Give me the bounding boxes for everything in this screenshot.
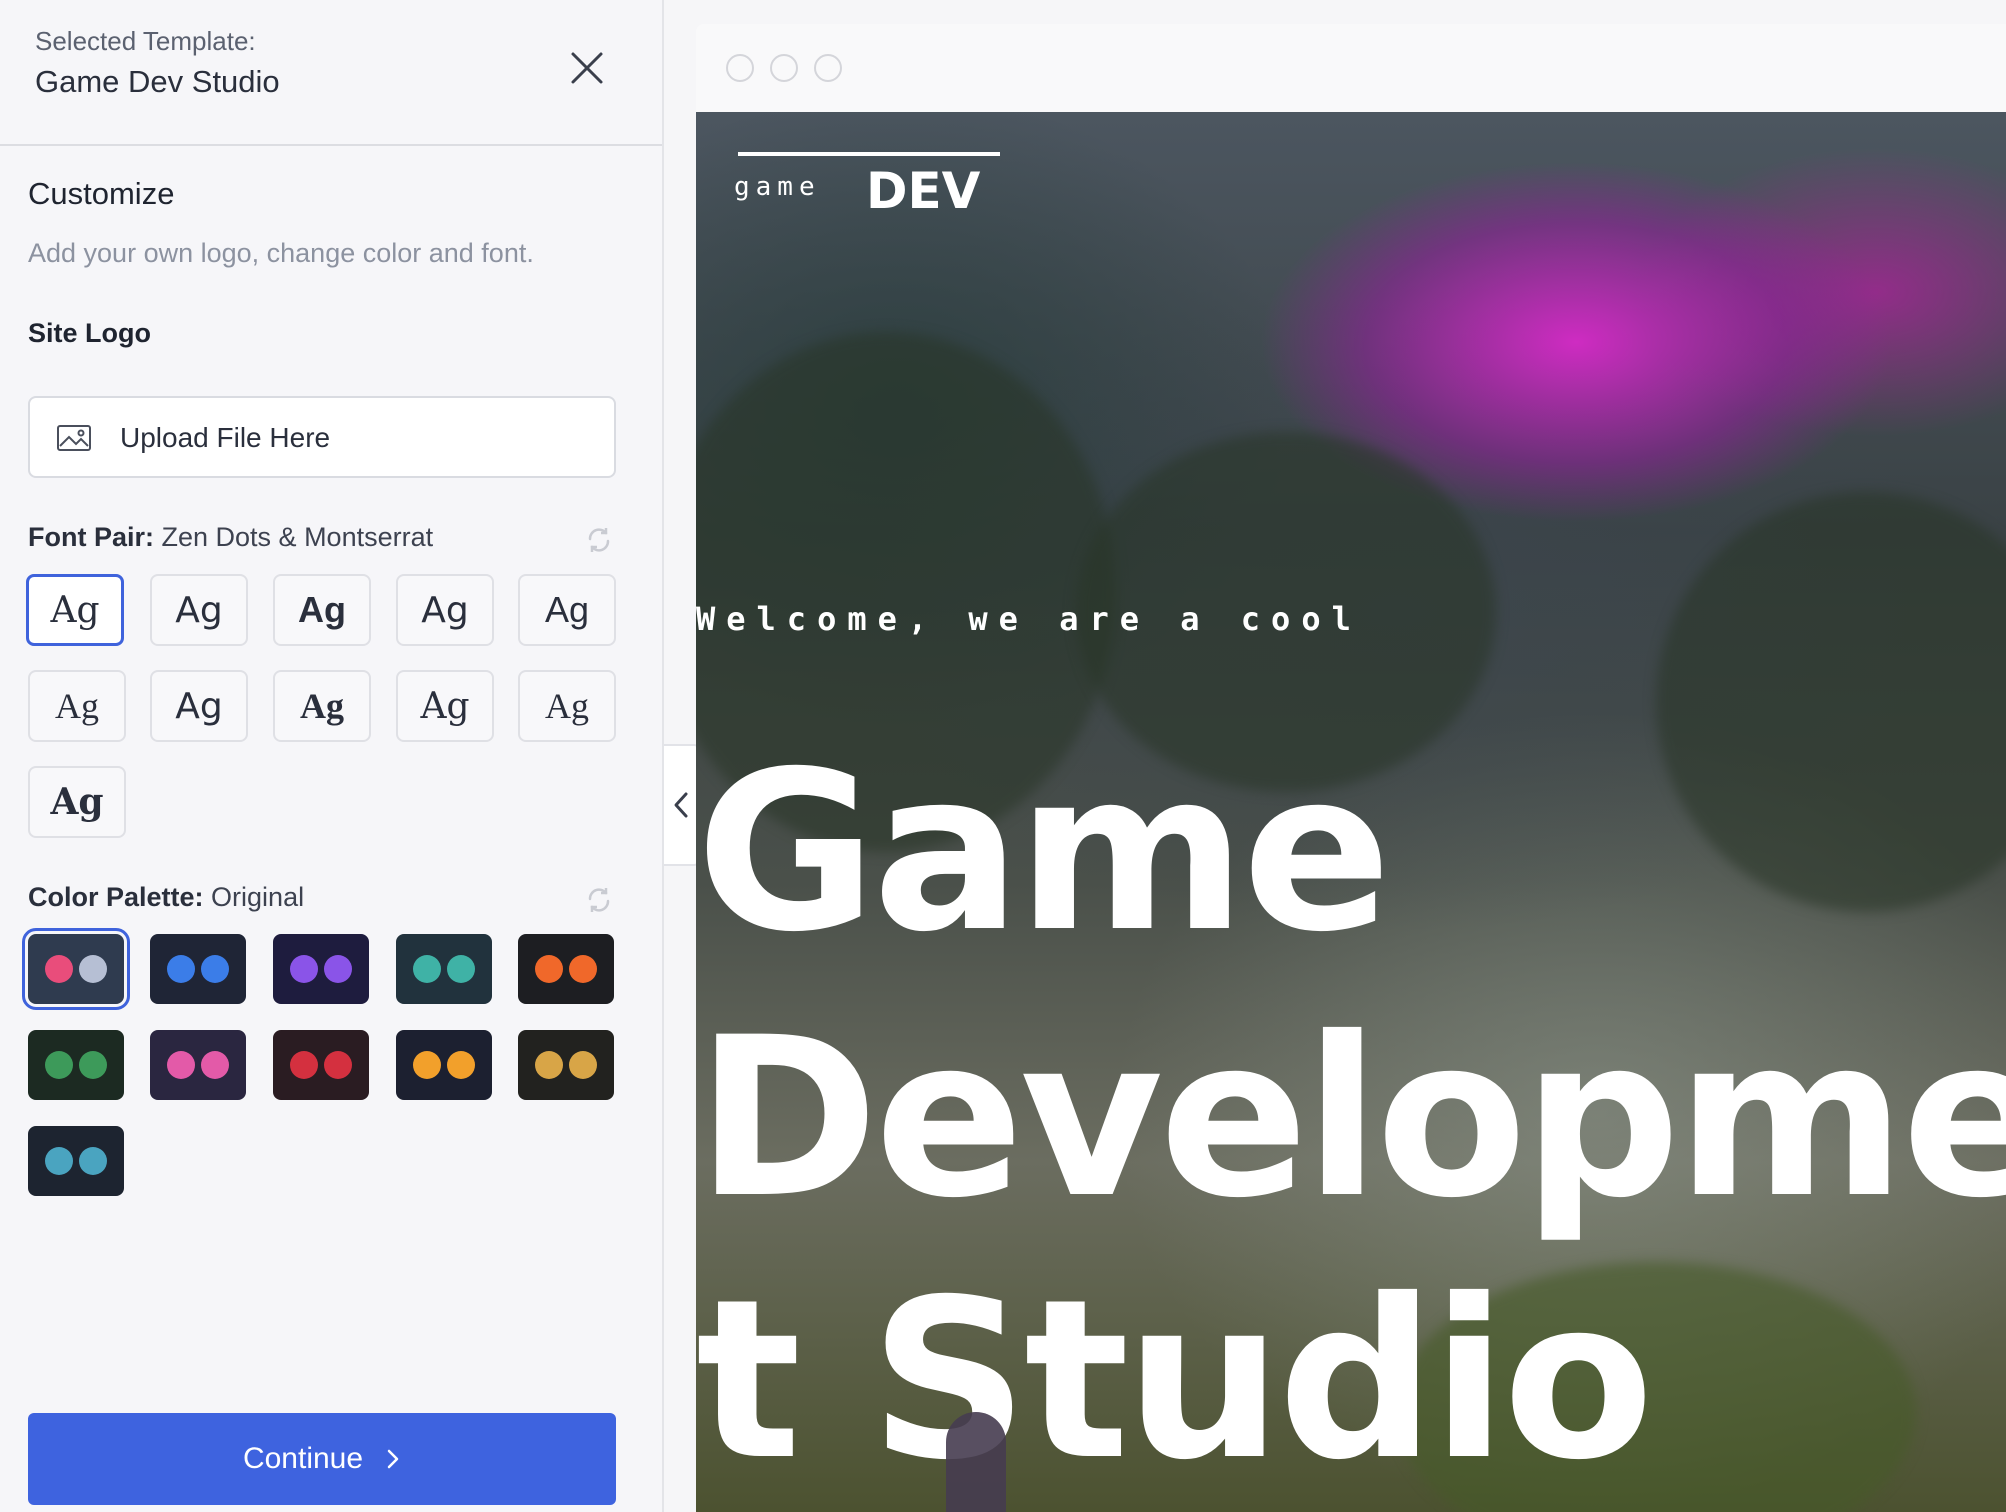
site-logo-label: Site Logo xyxy=(28,318,151,348)
logo-line xyxy=(738,152,1000,156)
palette-swatch-dot xyxy=(167,955,195,983)
font-pair-heading: Font Pair: Zen Dots & Montserrat xyxy=(28,522,433,553)
palette-swatch-dot xyxy=(290,1051,318,1079)
color-palette-label: Color Palette: xyxy=(28,882,204,912)
selected-template-name: Game Dev Studio xyxy=(35,64,280,99)
window-dot xyxy=(814,54,842,82)
customize-heading: Customize xyxy=(28,176,175,211)
font-option-1[interactable]: Ag xyxy=(26,574,124,646)
character-figure xyxy=(946,1412,1006,1512)
palette-swatch-dot xyxy=(167,1051,195,1079)
color-palette-option-2[interactable] xyxy=(150,934,246,1004)
customize-sidebar: Selected Template: Game Dev Studio Custo… xyxy=(0,0,664,1512)
hero-welcome-text: Welcome, we are a cool xyxy=(696,600,1362,638)
font-option-11[interactable]: Ag xyxy=(28,766,126,838)
palette-swatch-dot xyxy=(447,1051,475,1079)
font-option-2[interactable]: Ag xyxy=(150,574,248,646)
palette-swatch-dot xyxy=(45,1147,73,1175)
continue-label: Continue xyxy=(242,1442,364,1475)
font-option-6[interactable]: Ag xyxy=(28,670,126,742)
window-dot xyxy=(726,54,754,82)
color-palette-heading: Color Palette: Original xyxy=(28,882,304,913)
shuffle-fonts-icon[interactable] xyxy=(584,525,614,555)
shuffle-colors-icon[interactable] xyxy=(584,885,614,915)
font-option-5[interactable]: Ag xyxy=(518,574,616,646)
hero-headline-line-1: Game xyxy=(696,724,1391,980)
font-pair-label: Font Pair: xyxy=(28,522,154,552)
template-preview-window: game DEV Welcome, we are a cool Game Dev… xyxy=(696,24,2006,1512)
color-palette-option-5[interactable] xyxy=(518,934,614,1004)
close-button[interactable] xyxy=(560,44,610,88)
palette-swatch-dot xyxy=(569,1051,597,1079)
image-icon xyxy=(57,425,91,451)
site-logo: game DEV xyxy=(734,152,1014,222)
color-palette-value: Original xyxy=(211,882,305,912)
palette-swatch-dot xyxy=(324,955,352,983)
palette-swatch-dot xyxy=(201,1051,229,1079)
palette-swatch-dot xyxy=(447,955,475,983)
collapse-sidebar-button[interactable] xyxy=(664,744,700,866)
selected-template-label: Selected Template: xyxy=(35,26,256,56)
logo-dev-text: DEV xyxy=(866,162,981,220)
chevron-right-icon xyxy=(387,1449,399,1469)
tree-silhouette xyxy=(1656,492,2006,912)
palette-swatch-dot xyxy=(569,955,597,983)
palette-swatch-dot xyxy=(79,955,107,983)
font-option-7[interactable]: Ag xyxy=(150,670,248,742)
color-palette-option-3[interactable] xyxy=(273,934,369,1004)
chevron-left-icon xyxy=(674,792,688,818)
color-palette-option-10[interactable] xyxy=(518,1030,614,1100)
close-icon xyxy=(571,52,603,84)
sidebar-header: Selected Template: Game Dev Studio xyxy=(0,0,662,146)
color-palette-option-7[interactable] xyxy=(150,1030,246,1100)
logo-game-text: game xyxy=(734,172,821,202)
palette-swatch-dot xyxy=(324,1051,352,1079)
font-option-10[interactable]: Ag xyxy=(518,670,616,742)
color-palette-option-11[interactable] xyxy=(28,1126,124,1196)
palette-swatch-dot xyxy=(45,1051,73,1079)
palette-swatch-dot xyxy=(413,955,441,983)
hero-section: game DEV Welcome, we are a cool Game Dev… xyxy=(696,112,2006,1512)
palette-swatch-dot xyxy=(45,955,73,983)
font-pair-value: Zen Dots & Montserrat xyxy=(161,522,434,552)
color-palette-option-1[interactable] xyxy=(22,928,130,1010)
hero-headline-line-3: t Studio xyxy=(696,1252,1654,1508)
font-option-9[interactable]: Ag xyxy=(396,670,494,742)
font-option-3[interactable]: Ag xyxy=(273,574,371,646)
palette-swatch-dot xyxy=(413,1051,441,1079)
palette-swatch-dot xyxy=(79,1147,107,1175)
font-option-8[interactable]: Ag xyxy=(273,670,371,742)
window-titlebar xyxy=(696,24,2006,112)
customize-description: Add your own logo, change color and font… xyxy=(28,238,534,268)
palette-swatch-dot xyxy=(535,1051,563,1079)
color-palette-option-9[interactable] xyxy=(396,1030,492,1100)
upload-logo-button[interactable]: Upload File Here xyxy=(28,396,616,478)
window-dot xyxy=(770,54,798,82)
palette-swatch-dot xyxy=(290,955,318,983)
font-option-4[interactable]: Ag xyxy=(396,574,494,646)
hero-headline-line-2: Developme xyxy=(696,990,2006,1246)
palette-swatch-dot xyxy=(79,1051,107,1079)
continue-button[interactable]: Continue xyxy=(28,1413,616,1505)
color-palette-option-8[interactable] xyxy=(273,1030,369,1100)
color-palette-option-4[interactable] xyxy=(396,934,492,1004)
color-palette-option-6[interactable] xyxy=(28,1030,124,1100)
upload-label: Upload File Here xyxy=(120,422,331,453)
palette-swatch-dot xyxy=(201,955,229,983)
palette-swatch-dot xyxy=(535,955,563,983)
